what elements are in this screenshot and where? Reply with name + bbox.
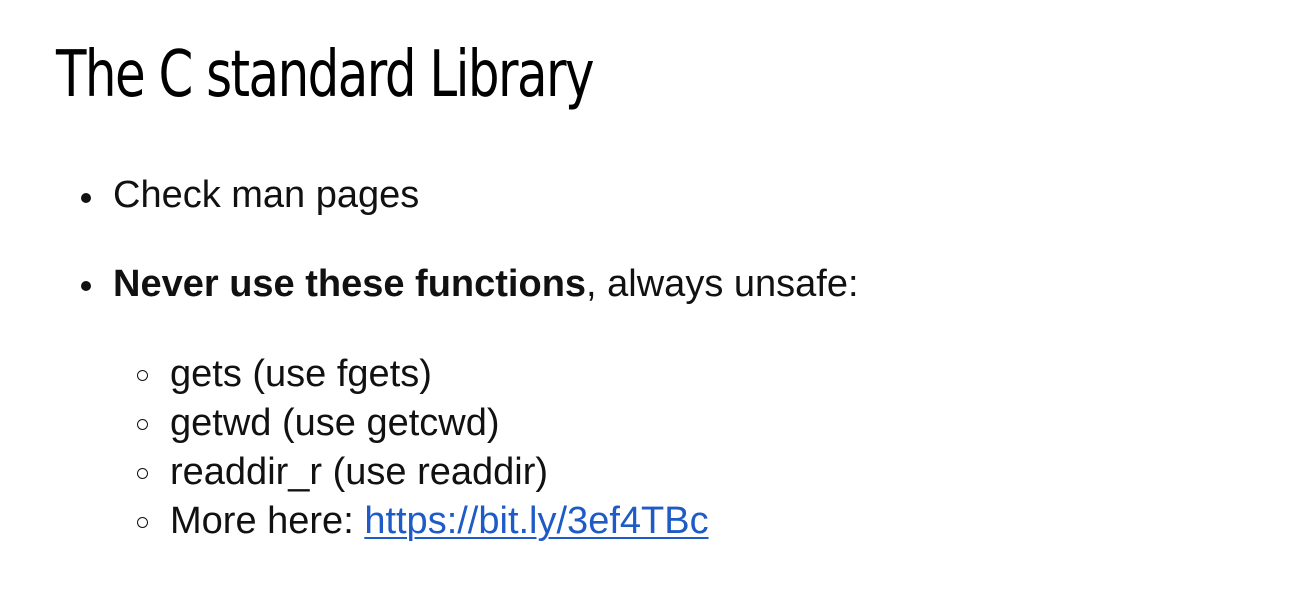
bullet-rest-text: , always unsafe: <box>586 263 859 305</box>
bullet-text: Check man pages <box>113 174 420 216</box>
bullet-check-man-pages: Check man pages <box>113 172 419 218</box>
bullet-dot <box>81 281 91 291</box>
sub-bullet-getwd: getwd (use getcwd) <box>170 400 500 446</box>
sub-bullet-gets: gets (use fgets) <box>170 351 432 397</box>
sub-bullet-ring <box>137 370 148 381</box>
bullet-bold-text: Never use these functions <box>113 263 587 305</box>
bullet-dot <box>81 193 91 203</box>
sub-bullet-ring <box>137 419 148 430</box>
sub-bullet-ring <box>137 468 148 479</box>
sub-bullet-text: readdir_r (use readdir) <box>170 451 549 493</box>
sub-bullet-text: getwd (use getcwd) <box>170 402 500 444</box>
sub-bullet-more-here: More here: https://bit.ly/3ef4TBc <box>170 498 709 544</box>
sub-bullet-prefix: More here: <box>170 500 365 542</box>
sub-bullet-readdir-r: readdir_r (use readdir) <box>170 449 548 495</box>
slide-content: Check man pages Never use these function… <box>0 0 1301 596</box>
more-info-link[interactable]: https://bit.ly/3ef4TBc <box>364 500 708 542</box>
sub-bullet-text: gets (use fgets) <box>170 353 432 395</box>
sub-bullet-ring <box>137 517 148 528</box>
bullet-never-use: Never use these functions, always unsafe… <box>113 261 859 307</box>
